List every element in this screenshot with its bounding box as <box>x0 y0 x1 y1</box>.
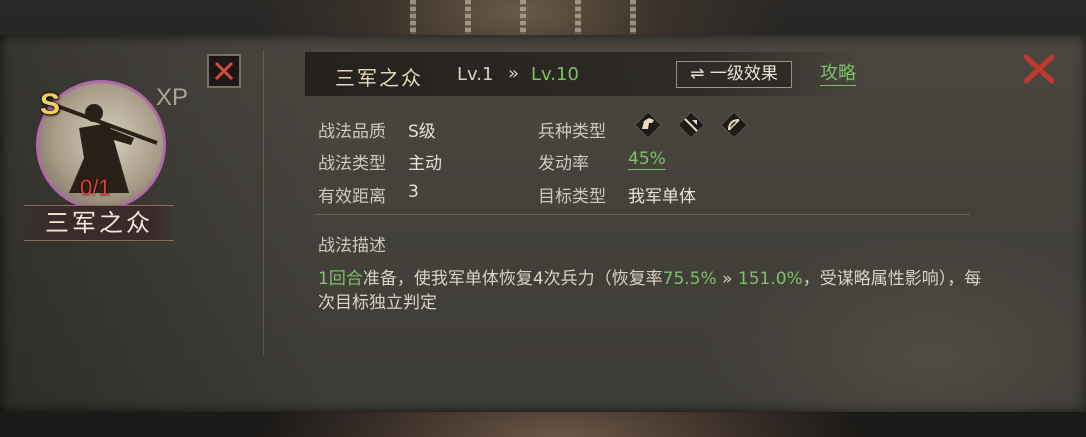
cavalry-icon[interactable] <box>634 111 662 139</box>
section-divider <box>315 214 970 215</box>
shield-icon[interactable] <box>677 111 705 139</box>
grade-badge: S <box>40 88 61 121</box>
desc-arrow: » <box>716 269 738 289</box>
range-value: 3 <box>408 182 419 202</box>
unequip-button[interactable] <box>207 54 241 88</box>
rope-decoration <box>465 0 471 34</box>
rope-decoration <box>410 0 416 34</box>
close-icon <box>214 61 234 81</box>
trigger-rate-label: 发动率 <box>538 154 589 174</box>
desc-rate-max: 151.0% <box>737 269 803 289</box>
panel-divider <box>263 50 264 355</box>
desc-rate-min: 75.5% <box>662 269 717 289</box>
effect-toggle-button[interactable]: ⇌ 一级效果 <box>676 61 792 88</box>
desc-turns: 1回合 <box>318 269 363 289</box>
skill-count: 0/1 <box>80 175 111 200</box>
target-type-value: 我军单体 <box>628 187 696 207</box>
type-label: 战法类型 <box>318 154 386 174</box>
close-button[interactable] <box>1022 53 1056 85</box>
skill-title: 三军之众 <box>335 66 423 90</box>
quality-label: 战法品质 <box>318 122 386 142</box>
trigger-rate-value[interactable]: 45% <box>628 149 666 170</box>
desc-text: 准备，使我军单体恢复4次兵力（恢复率 <box>362 269 663 289</box>
xp-label: XP <box>156 84 189 111</box>
rope-decoration <box>630 0 636 34</box>
range-label: 有效距离 <box>318 187 386 207</box>
rope-decoration <box>575 0 581 34</box>
skill-name-plate: 三军之众 <box>24 205 174 241</box>
level-arrow: » <box>508 63 520 84</box>
archer-icon[interactable] <box>720 111 748 139</box>
quality-value: S级 <box>408 122 436 142</box>
troop-type-label: 兵种类型 <box>538 122 606 142</box>
target-type-label: 目标类型 <box>538 187 606 207</box>
type-value: 主动 <box>408 154 442 174</box>
description-title: 战法描述 <box>318 236 386 256</box>
skill-description: 1回合准备，使我军单体恢复4次兵力（恢复率75.5% » 151.0%，受谋略属… <box>318 267 988 315</box>
close-icon <box>1023 54 1055 84</box>
guide-link[interactable]: 攻略 <box>820 63 856 86</box>
level-max: Lv.10 <box>531 64 579 85</box>
level-current: Lv.1 <box>457 64 494 85</box>
rope-decoration <box>520 0 526 34</box>
